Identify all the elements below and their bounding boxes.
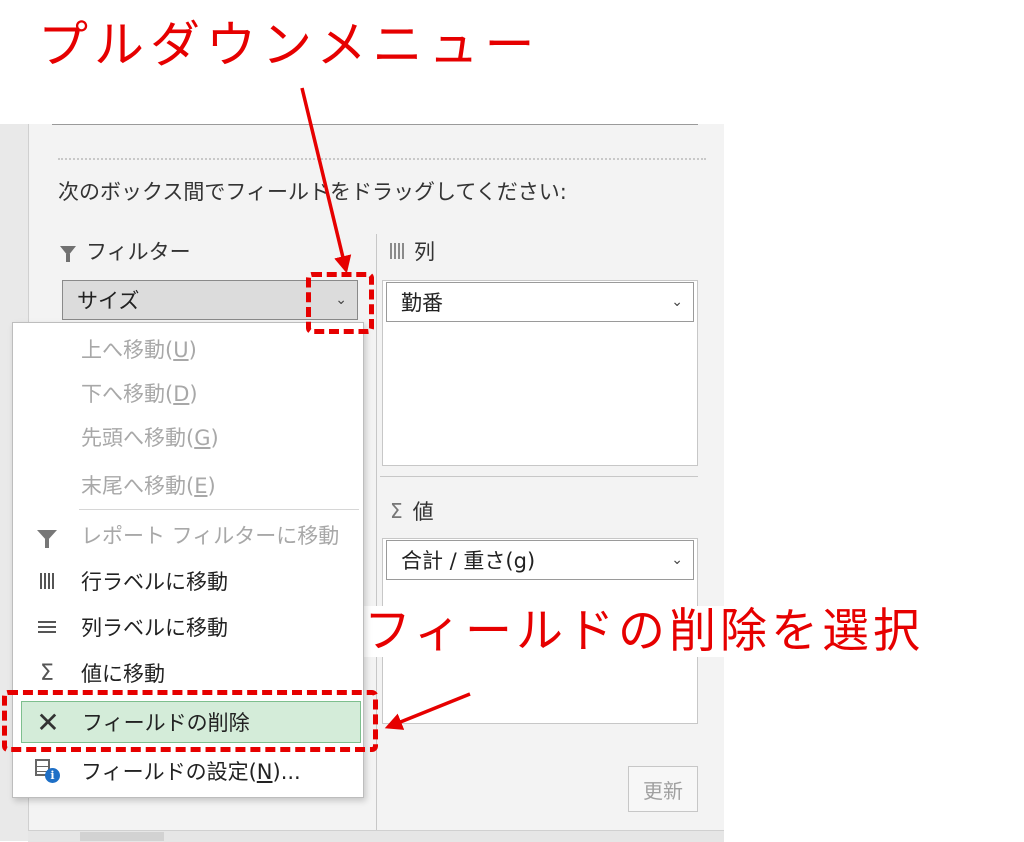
arrow-to-dropdown — [300, 87, 352, 274]
annotation-arrows — [300, 87, 471, 730]
arrow-to-remove-field — [384, 692, 471, 730]
